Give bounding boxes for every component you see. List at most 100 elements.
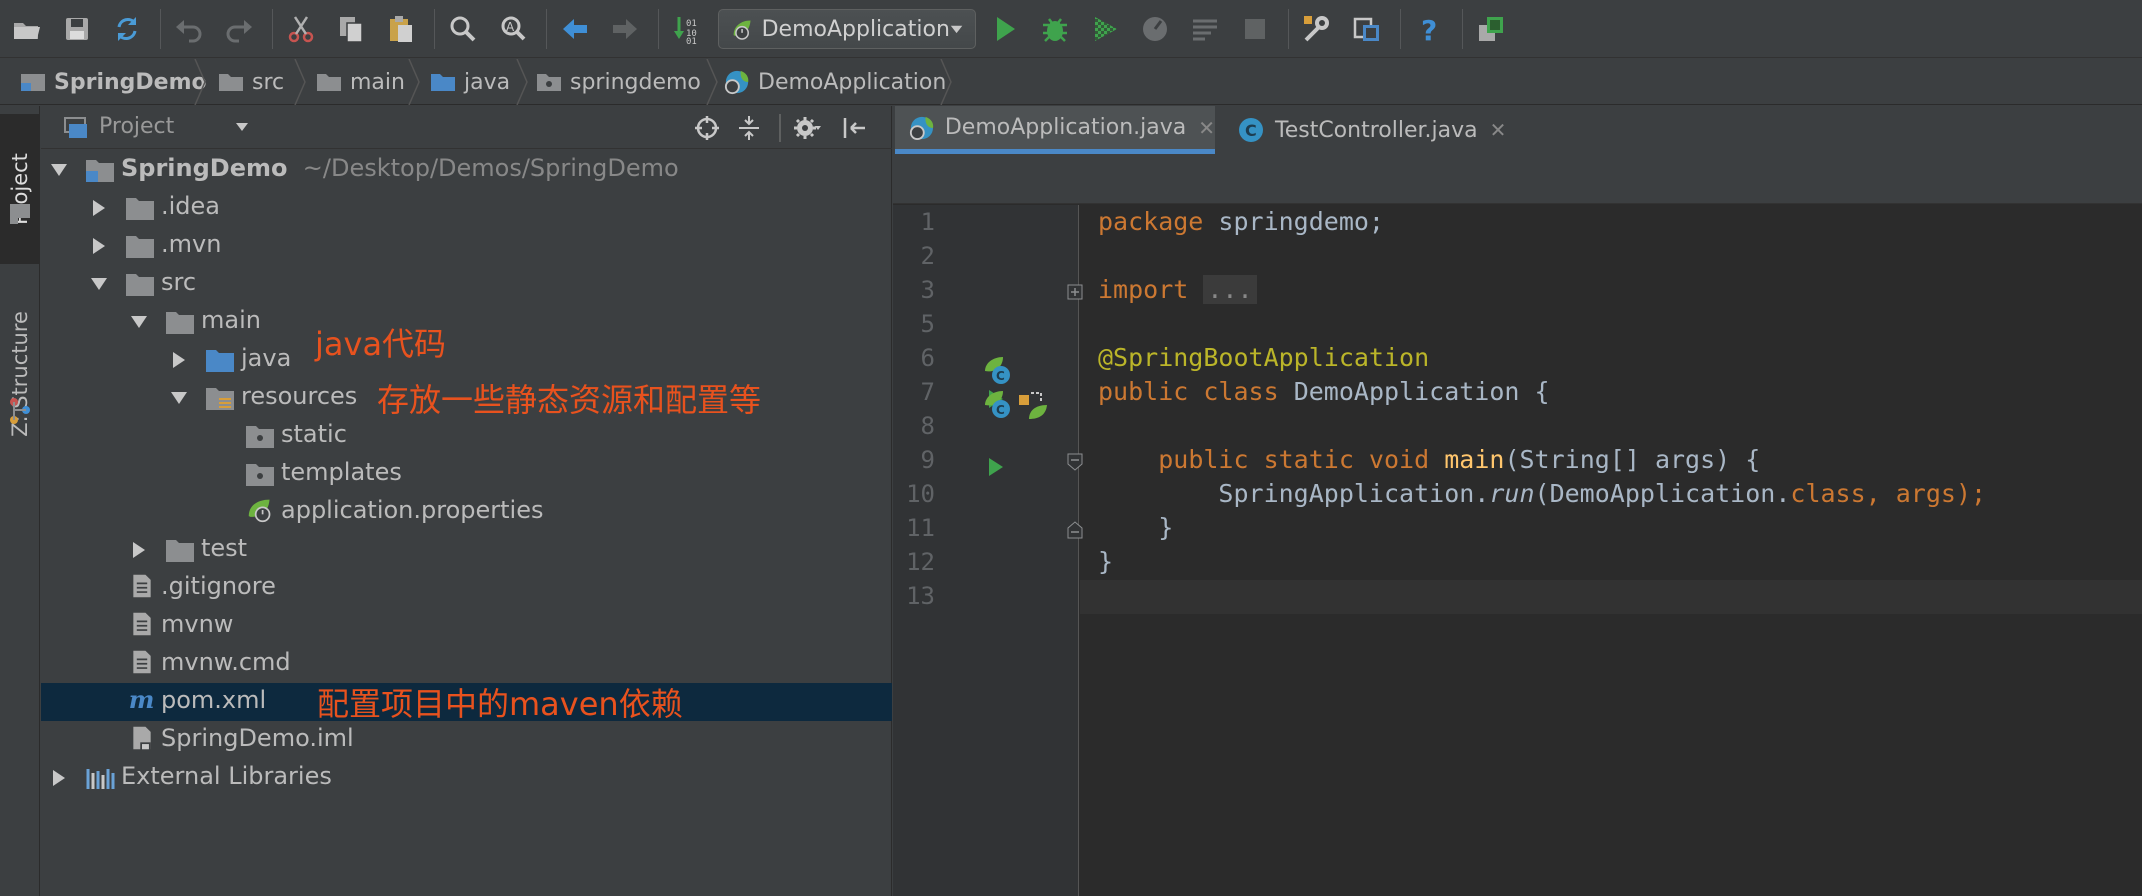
tree-item-idea[interactable]: .idea <box>41 189 892 227</box>
collapse-arrow-icon[interactable] <box>89 236 109 256</box>
run-gutter-icon[interactable] <box>987 456 1005 478</box>
locate-icon[interactable] <box>693 114 721 142</box>
debug-icon[interactable] <box>1038 12 1072 46</box>
tab-project[interactable]: Project <box>0 114 40 264</box>
expand-arrow-icon[interactable] <box>89 274 109 294</box>
build-artifacts-icon[interactable] <box>1188 12 1222 46</box>
settings-icon[interactable] <box>1300 12 1334 46</box>
copy-icon[interactable] <box>334 12 368 46</box>
cut-icon[interactable] <box>284 12 318 46</box>
breadcrumb-item-src[interactable]: src <box>218 59 284 105</box>
expand-arrow-icon[interactable] <box>49 160 69 180</box>
tree-item-static[interactable]: static <box>41 417 892 455</box>
open-folder-icon[interactable] <box>10 12 44 46</box>
svg-text:?: ? <box>1421 14 1437 45</box>
breadcrumb-label: SpringDemo <box>54 69 207 95</box>
project-structure-icon[interactable] <box>1350 12 1384 46</box>
profile-icon[interactable] <box>1138 12 1172 46</box>
module-file-icon <box>133 726 151 751</box>
line-number: 12 <box>906 548 935 576</box>
tree-item-root[interactable]: SpringDemo ~/Desktop/Demos/SpringDemo <box>41 151 892 189</box>
back-icon[interactable] <box>558 12 592 46</box>
tab-structure[interactable]: Z: Structure <box>0 274 40 474</box>
run-config-dropdown[interactable]: DemoApplication <box>718 9 976 49</box>
folded-imports[interactable]: ... <box>1203 275 1257 304</box>
folder-icon <box>166 312 194 334</box>
svg-text:01: 01 <box>686 37 697 45</box>
collapse-arrow-icon[interactable] <box>169 350 189 370</box>
folder-icon <box>246 426 274 448</box>
tree-item-label: java <box>241 344 292 372</box>
run-icon[interactable] <box>988 12 1022 46</box>
breadcrumb-item-project[interactable]: SpringDemo <box>20 59 207 105</box>
sync-icon[interactable] <box>110 12 144 46</box>
tree-item-label: resources <box>241 382 358 410</box>
tree-item-iml[interactable]: SpringDemo.iml <box>41 721 892 759</box>
tree-item-test[interactable]: test <box>41 531 892 569</box>
tree-item-main[interactable]: main <box>41 303 892 341</box>
paste-icon[interactable] <box>384 12 418 46</box>
stop-icon[interactable] <box>1238 12 1272 46</box>
code-text: (String[] args) { <box>1504 445 1761 474</box>
spring-config-icon[interactable] <box>1017 389 1049 421</box>
tool-window-strip: Project Z: Structure <box>0 106 40 896</box>
libraries-icon <box>86 769 115 789</box>
tree-item-src[interactable]: src <box>41 265 892 303</box>
replace-icon[interactable]: A <box>496 12 530 46</box>
tree-item-application-properties[interactable]: application.properties <box>41 493 892 531</box>
text-file-icon <box>133 650 151 674</box>
tree-item-templates[interactable]: templates <box>41 455 892 493</box>
tree-item-path: ~/Desktop/Demos/SpringDemo <box>302 154 679 182</box>
find-icon[interactable] <box>446 12 480 46</box>
keyword: class <box>1203 377 1279 406</box>
breadcrumb-item-main[interactable]: main <box>316 59 405 105</box>
editor-tab-area <box>893 154 2142 204</box>
tree-item-mvnw[interactable]: mvnw <box>41 607 892 645</box>
line-number: 2 <box>920 242 935 270</box>
module-icon <box>20 71 46 93</box>
close-icon[interactable]: ✕ <box>1198 116 1215 140</box>
sdk-icon[interactable] <box>1474 12 1508 46</box>
save-icon[interactable] <box>60 12 94 46</box>
code-text: } <box>1158 513 1174 542</box>
help-icon[interactable]: ? <box>1412 12 1446 46</box>
spring-bean-icon[interactable]: C <box>983 355 1015 387</box>
redo-icon[interactable] <box>222 12 256 46</box>
line-number: 8 <box>920 412 935 440</box>
expand-arrow-icon[interactable] <box>129 312 149 332</box>
svg-text:C: C <box>996 403 1005 417</box>
collapse-all-icon[interactable] <box>735 114 763 142</box>
collapse-arrow-icon[interactable] <box>129 540 149 560</box>
code-line-7: public class DemoApplication { <box>1098 377 1550 406</box>
breadcrumb-item-class[interactable]: DemoApplication <box>724 59 946 105</box>
keyword: public static void <box>1158 445 1430 474</box>
collapse-arrow-icon[interactable] <box>49 768 69 788</box>
tab-label: DemoApplication.java <box>944 115 1187 140</box>
close-icon[interactable]: ✕ <box>1490 118 1507 142</box>
tree-item-mvn[interactable]: .mvn <box>41 227 892 265</box>
code-area[interactable]: package springdemo; import ... @SpringBo… <box>1080 205 2142 896</box>
tree-item-gitignore[interactable]: .gitignore <box>41 569 892 607</box>
tree-item-java[interactable]: java <box>41 341 892 379</box>
breadcrumb-item-package[interactable]: springdemo <box>536 59 701 105</box>
line-number: 5 <box>920 310 935 338</box>
collapse-arrow-icon[interactable] <box>89 198 109 218</box>
tab-demoapplication[interactable]: DemoApplication.java ✕ <box>895 106 1215 154</box>
code-line-3: import ... <box>1098 275 1257 304</box>
tab-testcontroller[interactable]: C TestController.java ✕ <box>1223 106 1533 154</box>
tree-item-mvnw-cmd[interactable]: mvnw.cmd <box>41 645 892 683</box>
expand-arrow-icon[interactable] <box>169 388 189 408</box>
breadcrumb-separator <box>408 59 420 105</box>
hide-panel-icon[interactable] <box>841 114 869 142</box>
coverage-icon[interactable] <box>1088 12 1122 46</box>
tree-item-external-libraries[interactable]: External Libraries <box>41 759 892 797</box>
main-toolbar: A 01 10 01 DemoApplication ? <box>0 0 2142 58</box>
gear-icon[interactable] <box>793 114 821 142</box>
view-dropdown-icon[interactable] <box>235 122 249 132</box>
build-icon[interactable]: 01 10 01 <box>670 12 704 46</box>
spring-bean-icon[interactable]: C <box>983 389 1015 421</box>
annotation-java: java代码 <box>315 325 447 363</box>
undo-icon[interactable] <box>172 12 206 46</box>
breadcrumb-item-java[interactable]: java <box>430 59 510 105</box>
forward-icon[interactable] <box>608 12 642 46</box>
